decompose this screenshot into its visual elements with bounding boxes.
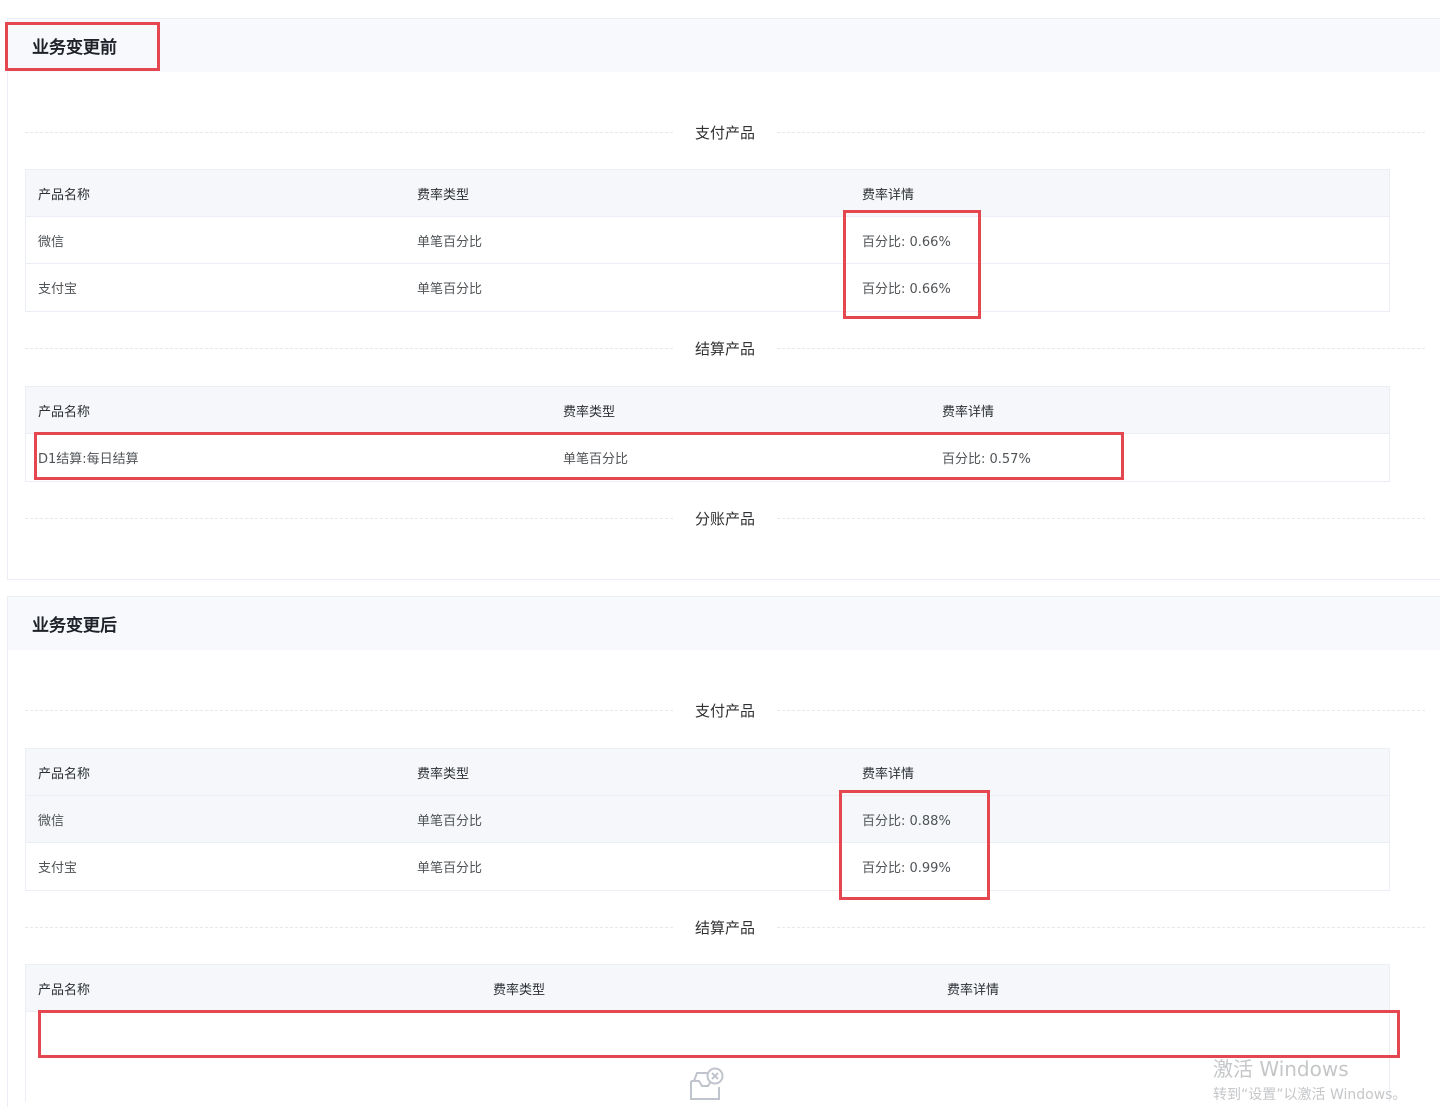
cell-rate-type: 单笔百分比 — [563, 452, 629, 467]
header-rate-detail: 费率详情 — [942, 404, 995, 420]
cell-rate-detail: 百分比: 0.99% — [862, 861, 951, 876]
divider-split-before: 分账产品 — [25, 508, 1426, 528]
table-row[interactable]: D1结算:每日结算 单笔百分比 百分比: 0.57% — [26, 434, 1389, 481]
header-product-name: 产品名称 — [38, 766, 91, 782]
page: 业务变更前 支付产品 产品名称 费率类型 费率详情 微信 单笔百分比 百分比: … — [0, 0, 1440, 1107]
cell-rate-detail: 百分比: 0.66% — [862, 282, 951, 297]
table-header: 产品名称 费率类型 费率详情 — [26, 749, 1389, 796]
card-header-after: 业务变更后 — [8, 597, 1440, 650]
header-product-name: 产品名称 — [38, 404, 91, 420]
header-product-name: 产品名称 — [38, 187, 91, 203]
cell-product-name: 支付宝 — [38, 282, 78, 297]
table-header: 产品名称 费率类型 费率详情 — [26, 387, 1389, 434]
header-rate-type: 费率类型 — [563, 404, 616, 420]
table-payment-after: 产品名称 费率类型 费率详情 微信 单笔百分比 百分比: 0.88% 支付宝 单… — [25, 748, 1390, 891]
table-header: 产品名称 费率类型 费率详情 — [26, 170, 1389, 217]
section-title: 支付产品 — [695, 701, 756, 720]
windows-activation-watermark: 激活 Windows 转到“设置”以激活 Windows。 — [1213, 1053, 1406, 1104]
table-settlement-before: 产品名称 费率类型 费率详情 D1结算:每日结算 单笔百分比 百分比: 0.57… — [25, 386, 1390, 482]
divider-payment-before: 支付产品 — [25, 122, 1426, 142]
watermark-line2: 转到“设置”以激活 Windows。 — [1213, 1087, 1407, 1103]
table-row[interactable]: 支付宝 单笔百分比 百分比: 0.99% — [26, 843, 1389, 890]
cell-rate-type: 单笔百分比 — [417, 861, 483, 876]
section-title: 结算产品 — [695, 339, 756, 358]
cell-rate-detail: 百分比: 0.88% — [862, 813, 951, 829]
card-title-before: 业务变更前 — [32, 38, 117, 58]
table-settlement-after: 产品名称 费率类型 费率详情 — [25, 964, 1390, 1102]
watermark-line1: 激活 Windows — [1213, 1057, 1349, 1081]
cell-rate-detail: 百分比: 0.57% — [942, 452, 1031, 467]
table-header: 产品名称 费率类型 费率详情 — [26, 965, 1389, 1012]
table-row[interactable]: 支付宝 单笔百分比 百分比: 0.66% — [26, 264, 1389, 311]
header-rate-type: 费率类型 — [417, 187, 470, 203]
table-row[interactable]: 微信 单笔百分比 百分比: 0.66% — [26, 217, 1389, 264]
divider-payment-after: 支付产品 — [25, 700, 1426, 720]
table-row[interactable]: 微信 单笔百分比 百分比: 0.88% — [26, 796, 1389, 843]
cell-product-name: 支付宝 — [38, 861, 78, 876]
card-header-before: 业务变更前 — [8, 19, 1440, 72]
cell-rate-type: 单笔百分比 — [417, 282, 483, 297]
header-rate-type: 费率类型 — [493, 982, 546, 998]
cell-product-name: 微信 — [38, 234, 65, 250]
card-title-after: 业务变更后 — [32, 616, 117, 636]
section-title: 分账产品 — [695, 509, 756, 528]
divider-settlement-before: 结算产品 — [25, 338, 1426, 358]
header-rate-detail: 费率详情 — [947, 982, 1000, 998]
cell-rate-type: 单笔百分比 — [417, 813, 483, 829]
header-rate-type: 费率类型 — [417, 766, 470, 782]
table-payment-before: 产品名称 费率类型 费率详情 微信 单笔百分比 百分比: 0.66% 支付宝 单… — [25, 169, 1390, 312]
cell-rate-type: 单笔百分比 — [417, 234, 483, 250]
cell-rate-detail: 百分比: 0.66% — [862, 234, 951, 250]
empty-box-icon — [690, 1067, 724, 1100]
header-product-name: 产品名称 — [38, 982, 91, 998]
header-rate-detail: 费率详情 — [862, 766, 915, 782]
section-title: 支付产品 — [695, 123, 756, 142]
divider-settlement-after: 结算产品 — [25, 917, 1426, 937]
cell-product-name: D1结算:每日结算 — [38, 452, 139, 467]
header-rate-detail: 费率详情 — [862, 187, 915, 203]
table-empty-body — [26, 1012, 1389, 1102]
section-title: 结算产品 — [695, 918, 756, 937]
cell-product-name: 微信 — [38, 813, 65, 829]
